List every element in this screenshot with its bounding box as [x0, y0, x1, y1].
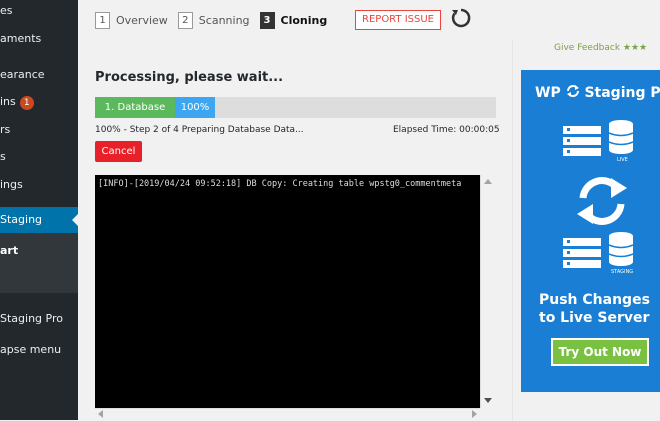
- ad-logo: WP Staging Pro: [535, 84, 660, 101]
- ad-logo-staging-pro: Staging Pro: [584, 85, 660, 101]
- sidebar-item-staging-pro[interactable]: Staging Pro: [0, 312, 63, 325]
- sidebar-item-users[interactable]: rs: [0, 123, 10, 136]
- scroll-right-arrow-icon[interactable]: [472, 410, 477, 418]
- step-number: 2: [177, 11, 193, 29]
- cancel-button[interactable]: Cancel: [95, 141, 142, 162]
- report-issue-button[interactable]: REPORT ISSUE: [355, 10, 441, 30]
- sync-arrows-icon: [577, 177, 627, 225]
- live-tag: LIVE: [617, 157, 628, 163]
- elapsed-time: Elapsed Time: 00:00:05: [393, 125, 500, 135]
- sidebar-item-plugins[interactable]: ins 1: [0, 95, 34, 110]
- plugins-update-badge: 1: [19, 96, 34, 110]
- column-divider: [512, 40, 513, 420]
- step-label: Cloning: [280, 13, 328, 27]
- log-horizontal-scrollbar[interactable]: [95, 408, 480, 421]
- ad-headline-line1: Push Changes: [539, 292, 650, 308]
- step-scanning: 2 Scanning: [177, 11, 250, 29]
- loading-spinner-icon: [451, 8, 471, 28]
- sidebar-item-appearance[interactable]: earance: [0, 68, 45, 81]
- live-server-icon: [563, 120, 634, 156]
- progress-percent: 100%: [175, 97, 215, 118]
- staging-tag: STAGING: [611, 269, 634, 275]
- sidebar-active-arrow: [72, 213, 79, 227]
- ad-headline-line2: to Live Server: [539, 310, 650, 326]
- ad-logo-wp: WP: [535, 85, 561, 101]
- log-console[interactable]: [INFO]-[2019/04/24 09:52:18] DB Copy: Cr…: [95, 175, 480, 408]
- step-number: 3: [259, 11, 275, 29]
- step-overview: 1 Overview: [95, 11, 168, 29]
- sidebar-collapse-menu[interactable]: apse menu: [0, 343, 61, 356]
- sidebar-submenu: [0, 233, 78, 293]
- log-line: [INFO]-[2019/04/24 09:52:18] DB Copy: Cr…: [98, 179, 462, 189]
- scroll-left-arrow-icon[interactable]: [98, 410, 103, 418]
- scroll-down-arrow-icon[interactable]: [484, 398, 492, 403]
- sidebar-item-start[interactable]: art: [0, 244, 18, 257]
- sync-icon: [566, 85, 579, 97]
- sidebar-item-tools[interactable]: s: [0, 150, 6, 163]
- give-feedback-link[interactable]: Give Feedback ★★★: [554, 43, 647, 53]
- step-label: Scanning: [198, 13, 250, 27]
- log-vertical-scrollbar[interactable]: [480, 175, 497, 408]
- progress-status-text: 100% - Step 2 of 4 Preparing Database Da…: [95, 125, 304, 135]
- sidebar-item-pages[interactable]: es: [0, 4, 13, 17]
- sidebar-item-wp-staging[interactable]: Staging: [0, 213, 42, 226]
- progress-database-step: 1. Database: [95, 97, 175, 118]
- admin-sidebar: es aments earance ins 1 rs s ings Staging…: [0, 0, 79, 420]
- step-label: Overview: [116, 13, 168, 27]
- wp-staging-pro-ad[interactable]: WP Staging Pro LIVE: [521, 70, 660, 392]
- sidebar-item-plugins-label: ins: [0, 95, 16, 108]
- try-out-now-button[interactable]: Try Out Now: [551, 338, 649, 366]
- step-cloning: 3 Cloning: [259, 11, 328, 29]
- scroll-up-arrow-icon[interactable]: [484, 179, 492, 184]
- sidebar-item-settings[interactable]: ings: [0, 178, 23, 191]
- sidebar-item-comments[interactable]: aments: [0, 32, 41, 45]
- processing-title: Processing, please wait...: [95, 70, 284, 85]
- wizard-steps: 1 Overview 2 Scanning 3 Cloning: [95, 10, 337, 30]
- step-number: 1: [95, 11, 110, 29]
